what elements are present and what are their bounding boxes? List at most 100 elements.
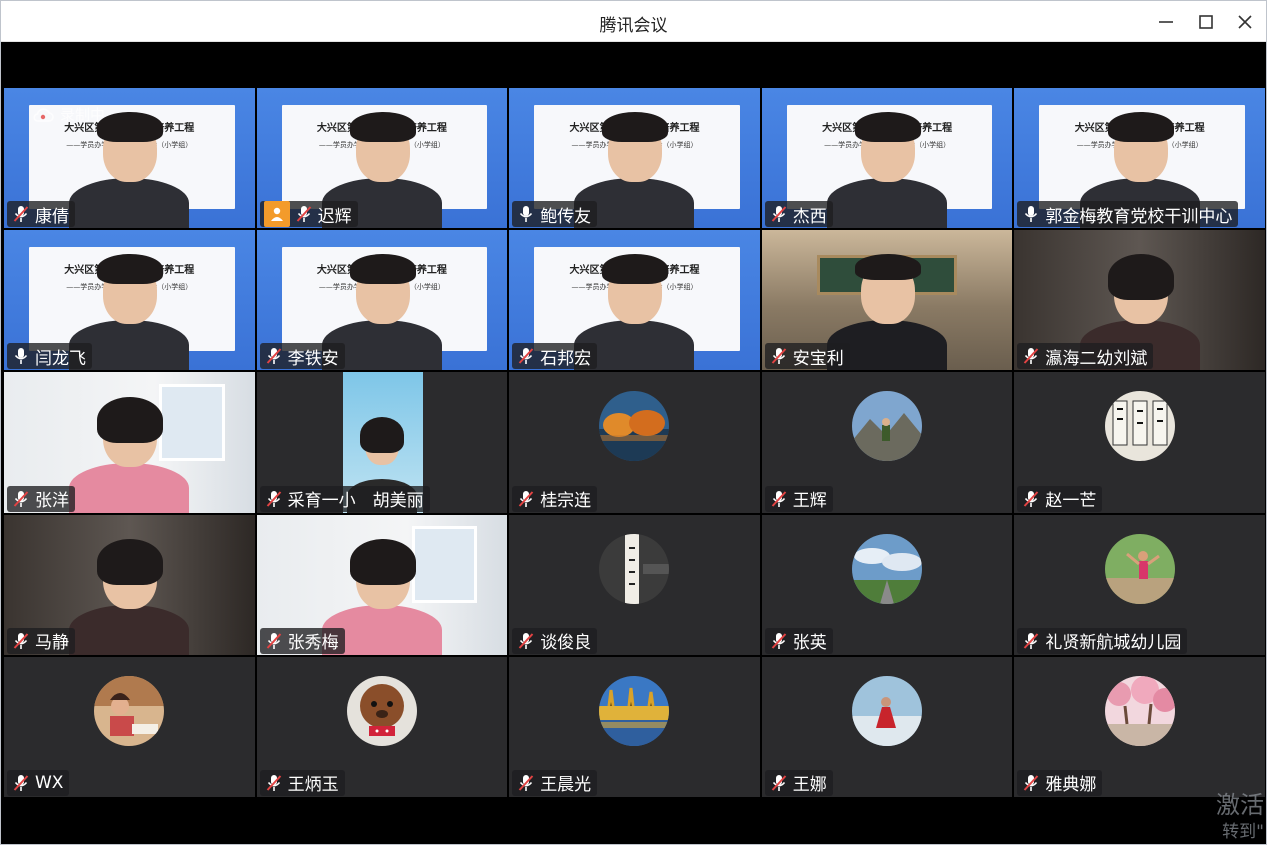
participant-name: 张秀梅 — [287, 633, 339, 654]
participant-name-bar: 迟辉 — [259, 201, 358, 228]
participant-tile[interactable]: 王辉 — [761, 372, 1013, 513]
participant-name: 桂宗连 — [540, 491, 592, 512]
activation-watermark-line2: 转到" — [1222, 822, 1264, 842]
participant-name-bar: WX — [7, 769, 70, 796]
participant-name: 雅典娜 — [1045, 775, 1097, 796]
participant-tile[interactable]: 张洋 — [4, 372, 255, 513]
close-icon — [1238, 15, 1252, 29]
participant-tile[interactable]: WX — [4, 656, 255, 797]
girl-writing-avatar — [94, 675, 165, 746]
participant-tile[interactable]: 谈俊良 — [509, 514, 760, 655]
participant-tile[interactable]: 大兴区第二期名校长培养工程——学员办学思想实践汇报会（小学组）郭金梅教育党校干训… — [1014, 88, 1265, 229]
mic-status — [516, 773, 536, 793]
participant-tile[interactable]: 王晨光 — [509, 656, 760, 797]
mic-muted-icon — [13, 206, 29, 223]
mic-status — [769, 489, 789, 509]
mountain-avatar — [852, 391, 923, 462]
user-icon — [270, 207, 283, 222]
mic-on-icon — [520, 206, 533, 223]
mic-status — [769, 346, 789, 366]
participant-name: 石邦宏 — [540, 348, 592, 369]
mic-muted-icon — [13, 632, 29, 649]
mic-status — [11, 773, 31, 793]
mic-muted-icon — [296, 206, 311, 223]
participant-tile[interactable]: 大兴区第二期名校长培养工程——学员办学思想实践汇报会（小学组）石邦宏 — [509, 230, 760, 371]
participant-name-bar: 张洋 — [7, 485, 75, 512]
book-spine-avatar — [599, 533, 670, 604]
participant-tile[interactable]: 马静 — [4, 514, 255, 655]
participant-name: 礼贤新航城幼儿园 — [1045, 633, 1182, 654]
mic-muted-icon — [771, 632, 787, 649]
mic-status — [516, 631, 536, 651]
mic-muted-icon — [266, 490, 281, 507]
participant-tile[interactable]: 安宝利 — [761, 230, 1013, 371]
participant-tile[interactable]: 大兴区第二期名校长培养工程——学员办学思想实践汇报会（小学组）杰西 — [761, 88, 1013, 229]
participant-tile[interactable]: 大兴区第二期名校长培养工程——学员办学思想实践汇报会（小学组）2022年11月1… — [4, 88, 255, 229]
participant-tile[interactable]: 礼贤新航城幼儿园 — [1014, 514, 1265, 655]
calligraphy-avatar — [1104, 391, 1175, 462]
participant-name-bar: 雅典娜 — [1017, 769, 1103, 796]
participant-name-bar: 王娜 — [764, 769, 833, 796]
participant-name-bar: 安宝利 — [764, 343, 850, 370]
participant-tile[interactable]: 张英 — [761, 514, 1013, 655]
minimize-button[interactable] — [1151, 7, 1181, 37]
lake-trees-avatar — [599, 675, 670, 746]
participant-tile[interactable]: 王娜 — [761, 656, 1013, 797]
participant-tile[interactable]: 采育一小 胡美丽 — [256, 372, 508, 513]
garden-girl-avatar — [1104, 533, 1175, 604]
participant-tile[interactable]: 瀛海二幼刘斌 — [1014, 230, 1265, 371]
mic-muted-icon — [518, 490, 534, 507]
sea-woman-avatar — [852, 675, 923, 746]
participant-name-bar: 鲍传友 — [512, 201, 598, 228]
participant-video — [69, 396, 190, 513]
participant-name-bar: 马静 — [7, 627, 75, 654]
participant-tile[interactable]: 大兴区第二期名校长培养工程——学员办学思想实践汇报会（小学组）李铁安 — [256, 230, 508, 371]
mic-status — [1021, 346, 1041, 366]
maximize-button[interactable] — [1191, 7, 1221, 37]
title-bar: 腾讯会议 — [1, 1, 1266, 42]
participant-tile[interactable]: 雅典娜 — [1014, 656, 1265, 797]
recording-label: 录制中 — [60, 106, 106, 124]
participant-name: 迟辉 — [317, 206, 352, 227]
mic-muted-icon — [518, 632, 534, 649]
participant-tile[interactable]: 王炳玉 — [256, 656, 508, 797]
participant-tile[interactable]: 张秀梅 — [256, 514, 508, 655]
participant-name-bar: 王晨光 — [512, 769, 598, 796]
participant-name: WX — [35, 772, 64, 793]
participant-name-bar: 王炳玉 — [259, 769, 345, 796]
mic-muted-icon — [266, 774, 281, 791]
mic-muted-icon — [1024, 490, 1039, 507]
participant-tile[interactable]: 赵一芒 — [1014, 372, 1265, 513]
close-button[interactable] — [1230, 7, 1260, 37]
participant-name: 张英 — [792, 633, 827, 654]
mic-status — [1021, 204, 1041, 224]
meeting-window: 腾讯会议 大兴区第二期名校长培养工程——学员办学思想实践汇报会（小学组）2022… — [0, 0, 1267, 845]
participant-name: 郭金梅教育党校干训中心 — [1045, 206, 1233, 227]
mic-muted-icon — [266, 348, 281, 365]
mic-muted-icon — [771, 490, 787, 507]
participant-name: 马静 — [35, 633, 69, 654]
participant-tile[interactable]: 大兴区第二期名校长培养工程——学员办学思想实践汇报会（小学组）迟辉 — [256, 88, 508, 229]
minimize-icon — [1159, 21, 1173, 23]
mic-status — [769, 631, 789, 651]
participant-video — [827, 112, 948, 229]
recording-indicator[interactable]: 录制中 — [32, 104, 105, 125]
participant-tile[interactable]: 桂宗连 — [509, 372, 760, 513]
mic-muted-icon — [13, 774, 29, 791]
participant-name: 赵一芒 — [1045, 491, 1097, 512]
mic-status — [264, 773, 284, 793]
mic-on-icon — [1025, 206, 1038, 223]
mic-muted-icon — [518, 348, 534, 365]
mic-muted-icon — [266, 632, 281, 649]
poodle-avatar — [346, 675, 417, 746]
participant-name: 王晨光 — [540, 775, 592, 796]
participant-tile[interactable]: 大兴区第二期名校长培养工程——学员办学思想实践汇报会（小学组）闫龙飞 — [4, 230, 255, 371]
mic-muted-icon — [1024, 632, 1039, 649]
mic-status — [294, 204, 314, 224]
participant-name-bar: 采育一小 胡美丽 — [259, 485, 430, 512]
participant-name: 安宝利 — [792, 348, 844, 369]
participant-tile[interactable]: 大兴区第二期名校长培养工程——学员办学思想实践汇报会（小学组）鲍传友 — [509, 88, 760, 229]
participant-name: 鲍传友 — [540, 206, 592, 227]
mic-muted-icon — [13, 490, 29, 507]
mic-status — [11, 631, 31, 651]
